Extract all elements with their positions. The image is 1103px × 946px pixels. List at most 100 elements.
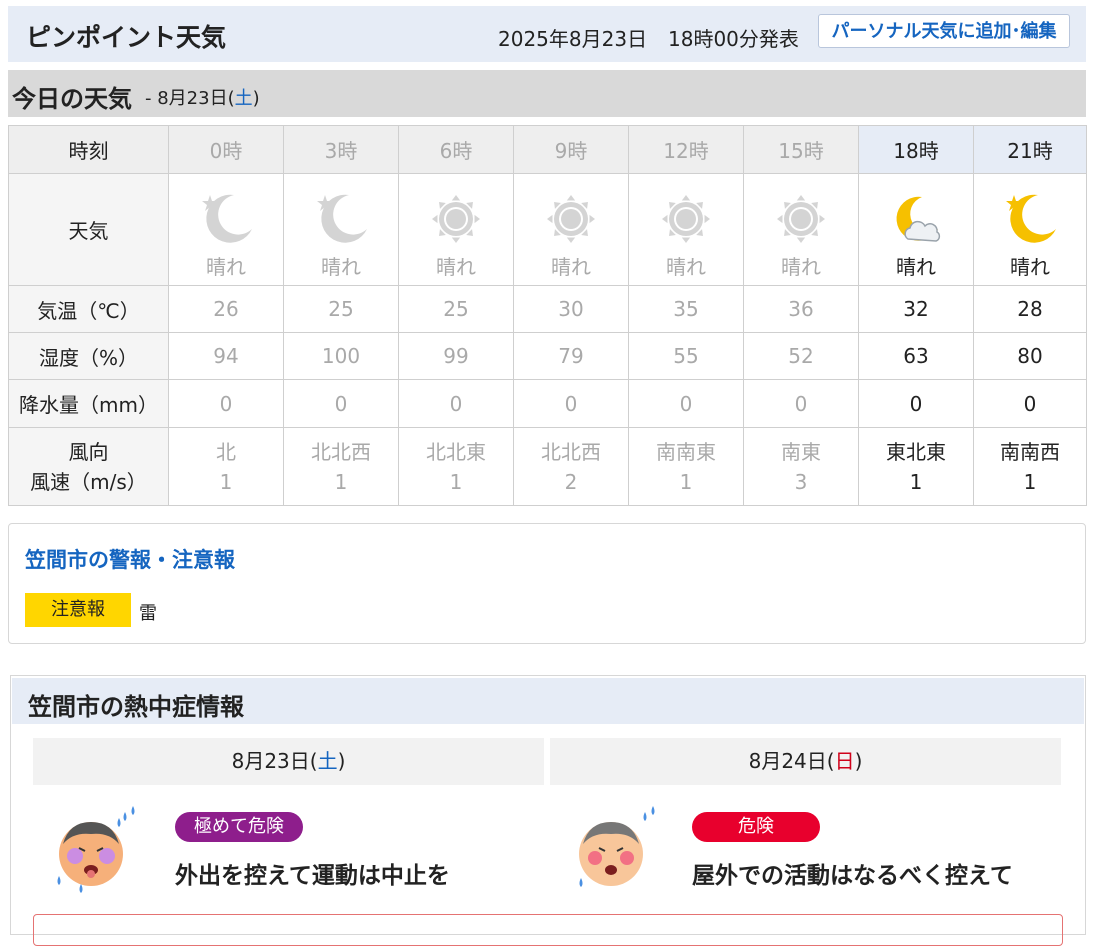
wind-cell: 北北西 2 xyxy=(513,427,629,506)
hour-header: 0時 xyxy=(168,125,284,174)
weekday-saturday: 土 xyxy=(317,749,338,773)
weather-cell: 晴れ xyxy=(628,173,744,286)
wind-direction: 北 xyxy=(216,439,236,464)
humidity-label: 湿度（%） xyxy=(8,332,169,380)
weather-cell: 晴れ xyxy=(743,173,859,286)
moon-star-icon xyxy=(317,194,367,243)
weather-cell: 晴れ xyxy=(398,173,514,286)
temperature-cell: 30 xyxy=(513,285,629,333)
temperature-row: 気温（℃） 26 25 25 30 35 36 32 28 xyxy=(8,285,1087,333)
precipitation-cell: 0 xyxy=(513,379,629,428)
weather-text: 晴れ xyxy=(666,255,706,279)
sun-icon xyxy=(547,195,595,243)
precipitation-cell: 0 xyxy=(743,379,859,428)
temperature-cell: 32 xyxy=(858,285,974,333)
weather-text: 晴れ xyxy=(551,255,591,279)
hour-header: 9時 xyxy=(513,125,629,174)
humidity-cell: 94 xyxy=(168,332,284,380)
hour-header: 12時 xyxy=(628,125,744,174)
temperature-cell: 25 xyxy=(283,285,399,333)
wind-cell: 南東 3 xyxy=(743,427,859,506)
wind-row: 風向 風速（m/s） 北 1 北北西 1 北北東 1 北北西 2 南南東 1 南東 3 東北東 1 南南西 1 xyxy=(8,427,1087,506)
heat-day-2-header: 8月24日(日) xyxy=(550,738,1061,785)
hour-header: 15時 xyxy=(743,125,859,174)
humidity-cell: 52 xyxy=(743,332,859,380)
weather-cell: 晴れ xyxy=(858,173,974,286)
precipitation-cell: 0 xyxy=(168,379,284,428)
wind-direction: 北北西 xyxy=(541,439,601,464)
heat-detail-box xyxy=(33,914,1063,946)
wind-direction: 北北東 xyxy=(426,439,486,464)
wind-speed: 1 xyxy=(334,469,348,494)
wind-cell: 南南東 1 xyxy=(628,427,744,506)
precipitation-cell: 0 xyxy=(283,379,399,428)
precipitation-row: 降水量（mm） 00000000 xyxy=(8,379,1087,428)
wind-direction: 南東 xyxy=(781,439,821,464)
heat-level-badge-day-1: 極めて危険 xyxy=(175,812,303,842)
weather-cell: 晴れ xyxy=(283,173,399,286)
weather-cell: 晴れ xyxy=(513,173,629,286)
wind-speed-label: 風速（m/s） xyxy=(30,469,147,494)
weather-text: 晴れ xyxy=(1010,255,1050,279)
wind-cell: 北北西 1 xyxy=(283,427,399,506)
extreme-heat-face-icon xyxy=(57,806,135,893)
temperature-cell: 35 xyxy=(628,285,744,333)
heatstroke-panel: 笠間市の熱中症情報 8月23日(土) 8月24日(日) 極めて危険 外出を控えて… xyxy=(10,675,1086,946)
heatstroke-title: 笠間市の熱中症情報 xyxy=(28,693,244,721)
temperature-cell: 28 xyxy=(973,285,1087,333)
humidity-cell: 79 xyxy=(513,332,629,380)
sun-icon xyxy=(432,195,480,243)
wind-cell: 東北東 1 xyxy=(858,427,974,506)
wind-speed: 3 xyxy=(794,469,808,494)
weather-cell: 晴れ xyxy=(973,173,1087,286)
precipitation-cell: 0 xyxy=(858,379,974,428)
humidity-cell: 80 xyxy=(973,332,1087,380)
page-header: ピンポイント天気 2025年8月23日 18時00分発表 パーソナル天気に追加･… xyxy=(8,6,1086,62)
weather-label: 天気 xyxy=(8,173,169,286)
issued-time: 18時00分発表 xyxy=(668,27,799,51)
weather-row: 天気 晴れ 晴れ 晴れ 晴れ 晴れ 晴れ 晴れ 晴れ xyxy=(8,173,1087,286)
wind-direction-label: 風向 xyxy=(68,439,109,464)
hour-header: 6時 xyxy=(398,125,514,174)
wind-speed: 1 xyxy=(449,469,463,494)
weather-text: 晴れ xyxy=(206,255,246,279)
weekday-saturday: 土 xyxy=(234,88,253,109)
weekday-sunday: 日 xyxy=(834,749,855,773)
today-weather-header: 今日の天気 - 8月23日(土) xyxy=(8,70,1086,117)
wind-speed: 1 xyxy=(219,469,233,494)
warnings-title[interactable]: 笠間市の警報・注意報 xyxy=(25,544,235,574)
wind-speed: 1 xyxy=(679,469,693,494)
moon-star-icon xyxy=(1006,194,1056,243)
warnings-panel: 笠間市の警報・注意報 注意報 雷 xyxy=(8,523,1086,644)
weather-text: 晴れ xyxy=(321,255,361,279)
humidity-cell: 63 xyxy=(858,332,974,380)
today-title: 今日の天気 xyxy=(12,85,132,113)
hour-header: 21時 xyxy=(973,125,1087,174)
precipitation-cell: 0 xyxy=(398,379,514,428)
humidity-cell: 100 xyxy=(283,332,399,380)
heatstroke-header: 笠間市の熱中症情報 xyxy=(12,678,1084,724)
today-date: - 8月23日(土) xyxy=(145,88,260,109)
humidity-row: 湿度（%） 94 100 99 79 55 52 63 80 xyxy=(8,332,1087,380)
add-personal-weather-button[interactable]: パーソナル天気に追加･編集 xyxy=(818,14,1070,48)
humidity-cell: 55 xyxy=(628,332,744,380)
hourly-forecast-table: 時刻 0時 3時 6時 9時 12時 15時 18時 21時 天気 晴れ 晴れ 晴れ 晴れ 晴れ 晴れ 晴… xyxy=(8,125,1087,506)
wind-direction: 南南西 xyxy=(1000,439,1060,464)
issued-date: 2025年8月23日 xyxy=(498,27,648,51)
moon-cloud-icon xyxy=(896,196,941,242)
wind-cell: 北1 xyxy=(168,427,284,506)
temperature-cell: 25 xyxy=(398,285,514,333)
temperature-cell: 26 xyxy=(168,285,284,333)
heat-level-badge-day-2: 危険 xyxy=(692,812,820,842)
wind-label: 風向 風速（m/s） xyxy=(8,427,169,506)
hour-header: 3時 xyxy=(283,125,399,174)
precipitation-cell: 0 xyxy=(973,379,1087,428)
temperature-cell: 36 xyxy=(743,285,859,333)
heat-day-1-header: 8月23日(土) xyxy=(33,738,544,785)
wind-direction: 南南東 xyxy=(656,439,716,464)
wind-speed: 2 xyxy=(564,469,578,494)
heat-message-day-2: 屋外での活動はなるべく控えて xyxy=(692,863,1013,889)
sun-icon xyxy=(662,195,710,243)
precipitation-cell: 0 xyxy=(628,379,744,428)
wind-direction: 北北西 xyxy=(311,439,371,464)
